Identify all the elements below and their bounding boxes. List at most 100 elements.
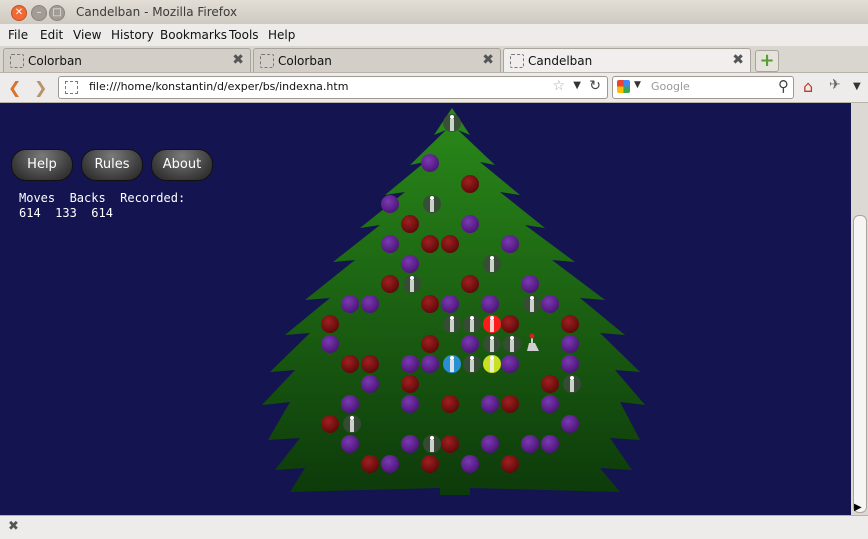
purple-ornament[interactable] <box>481 295 499 313</box>
tab-colorban-1[interactable]: Colorban ✖ <box>3 48 251 72</box>
candle-piece[interactable] <box>483 255 501 273</box>
purple-ornament[interactable] <box>341 435 359 453</box>
forward-arrow-icon[interactable]: ❯ <box>34 78 47 97</box>
red-ornament[interactable] <box>401 375 419 393</box>
red-ornament[interactable] <box>421 455 439 473</box>
purple-ornament[interactable] <box>501 355 519 373</box>
home-icon[interactable]: ⌂ <box>803 77 813 96</box>
purple-ornament[interactable] <box>481 395 499 413</box>
red-ornament[interactable] <box>441 395 459 413</box>
scrollbar-thumb[interactable] <box>853 215 867 513</box>
purple-ornament[interactable] <box>561 415 579 433</box>
menu-file[interactable]: File <box>8 28 28 42</box>
search-icon[interactable]: ⚲ <box>778 77 789 95</box>
red-ornament[interactable] <box>321 415 339 433</box>
purple-ornament[interactable] <box>421 154 439 172</box>
menu-bookmarks[interactable]: Bookmarks <box>160 28 227 42</box>
search-bar[interactable]: ▼ Google ⚲ <box>612 76 794 99</box>
purple-ornament[interactable] <box>361 295 379 313</box>
menu-edit[interactable]: Edit <box>40 28 63 42</box>
red-ornament[interactable] <box>421 235 439 253</box>
red-ornament[interactable] <box>441 235 459 253</box>
red-ornament[interactable] <box>421 335 439 353</box>
menu-tools[interactable]: Tools <box>229 28 259 42</box>
chevron-down-icon[interactable]: ▼ <box>634 80 641 90</box>
purple-ornament[interactable] <box>401 395 419 413</box>
red-ornament[interactable] <box>461 175 479 193</box>
candle-piece[interactable] <box>343 415 361 433</box>
candle-piece[interactable] <box>563 375 581 393</box>
red-ornament[interactable] <box>321 315 339 333</box>
window-minimize-button[interactable]: – <box>31 5 47 21</box>
purple-ornament[interactable] <box>321 335 339 353</box>
vertical-scrollbar[interactable]: ▶ <box>851 103 868 515</box>
red-ornament[interactable] <box>361 355 379 373</box>
red-ornament[interactable] <box>461 275 479 293</box>
red-ornament[interactable] <box>341 355 359 373</box>
purple-ornament[interactable] <box>381 455 399 473</box>
new-tab-button[interactable]: + <box>755 50 779 72</box>
close-tab-icon[interactable]: ✖ <box>482 52 494 68</box>
rules-button[interactable]: Rules <box>81 149 143 181</box>
purple-ornament[interactable] <box>461 455 479 473</box>
back-arrow-icon[interactable]: ❮ <box>8 78 21 97</box>
scroll-down-icon[interactable]: ▶ <box>854 502 862 513</box>
reload-icon[interactable]: ↻ <box>589 78 601 94</box>
purple-ornament[interactable] <box>481 435 499 453</box>
url-bar[interactable]: file:///home/konstantin/d/exper/bs/index… <box>58 76 608 99</box>
purple-ornament[interactable] <box>341 295 359 313</box>
candle-piece[interactable] <box>443 355 461 373</box>
close-tab-icon[interactable]: ✖ <box>232 52 244 68</box>
window-maximize-button[interactable]: □ <box>49 5 65 21</box>
red-ornament[interactable] <box>421 295 439 313</box>
red-ornament[interactable] <box>361 455 379 473</box>
menu-help[interactable]: Help <box>268 28 295 42</box>
candle-piece[interactable] <box>403 275 421 293</box>
candle-piece[interactable] <box>443 315 461 333</box>
purple-ornament[interactable] <box>461 215 479 233</box>
red-ornament[interactable] <box>441 435 459 453</box>
search-input[interactable]: Google <box>651 80 690 93</box>
purple-ornament[interactable] <box>381 235 399 253</box>
purple-ornament[interactable] <box>341 395 359 413</box>
purple-ornament[interactable] <box>381 195 399 213</box>
purple-ornament[interactable] <box>401 435 419 453</box>
candle-piece[interactable] <box>483 335 501 353</box>
purple-ornament[interactable] <box>541 395 559 413</box>
menu-history[interactable]: History <box>111 28 154 42</box>
window-close-button[interactable]: ✕ <box>11 5 27 21</box>
tab-colorban-2[interactable]: Colorban ✖ <box>253 48 501 72</box>
addon-icon[interactable]: ✈ <box>829 77 841 93</box>
purple-ornament[interactable] <box>401 355 419 373</box>
google-icon[interactable] <box>617 80 630 93</box>
chevron-down-icon[interactable]: ▼ <box>573 80 581 91</box>
purple-ornament[interactable] <box>541 435 559 453</box>
purple-ornament[interactable] <box>421 355 439 373</box>
purple-ornament[interactable] <box>521 275 539 293</box>
candle-piece[interactable] <box>463 315 481 333</box>
purple-ornament[interactable] <box>501 235 519 253</box>
purple-ornament[interactable] <box>401 255 419 273</box>
purple-ornament[interactable] <box>561 335 579 353</box>
purple-ornament[interactable] <box>441 295 459 313</box>
red-ornament[interactable] <box>541 375 559 393</box>
help-button[interactable]: Help <box>11 149 73 181</box>
candle-piece[interactable] <box>443 114 461 132</box>
candle-piece[interactable] <box>483 315 501 333</box>
purple-ornament[interactable] <box>361 375 379 393</box>
purple-ornament[interactable] <box>521 435 539 453</box>
candle-piece[interactable] <box>503 335 521 353</box>
red-ornament[interactable] <box>501 315 519 333</box>
purple-ornament[interactable] <box>541 295 559 313</box>
red-ornament[interactable] <box>501 455 519 473</box>
red-ornament[interactable] <box>401 215 419 233</box>
purple-ornament[interactable] <box>461 335 479 353</box>
menu-view[interactable]: View <box>73 28 101 42</box>
candle-piece[interactable] <box>523 295 541 313</box>
candle-piece[interactable] <box>483 355 501 373</box>
candle-piece[interactable] <box>423 435 441 453</box>
red-ornament[interactable] <box>501 395 519 413</box>
about-button[interactable]: About <box>151 149 213 181</box>
close-tab-icon[interactable]: ✖ <box>732 52 744 68</box>
url-text[interactable]: file:///home/konstantin/d/exper/bs/index… <box>89 80 348 93</box>
